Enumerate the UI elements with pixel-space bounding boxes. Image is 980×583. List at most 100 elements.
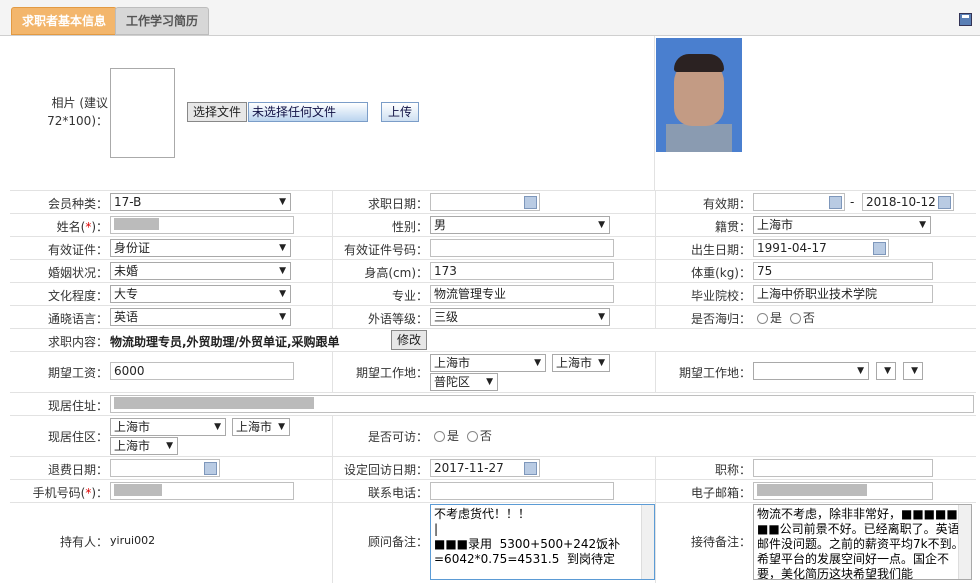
height-label: 身高(cm)： — [364, 266, 428, 280]
email-input[interactable] — [753, 482, 933, 500]
education-select[interactable]: 大专 ▼ — [110, 285, 291, 303]
row-notes: 持有人： yirui002 顾问备注： 不考虑货代！！！ | ■■■录用 530… — [10, 503, 976, 583]
advisor-label: 顾问备注： — [367, 535, 428, 549]
major-label: 专业： — [391, 289, 428, 303]
member-type-label: 会员种类： — [47, 197, 108, 211]
exp-loc2-city-select[interactable]: ▼ — [876, 362, 896, 380]
refund-date-input[interactable] — [110, 459, 220, 477]
origin-label: 籍贯： — [714, 220, 751, 234]
id-no-label: 有效证件号码： — [343, 243, 428, 257]
language-select[interactable]: 英语 ▼ — [110, 308, 291, 326]
refund-label: 退费日期： — [47, 463, 108, 477]
tab-work-study-resume[interactable]: 工作学习简历 — [115, 7, 210, 35]
district-area-select[interactable]: 上海市 ▼ — [110, 437, 178, 455]
major-input[interactable]: 物流管理专业 — [430, 285, 614, 303]
reception-label: 接待备注： — [690, 535, 751, 549]
school-label: 毕业院校： — [690, 289, 751, 303]
apply-date-input[interactable] — [430, 193, 540, 211]
valid-separator: - — [850, 195, 855, 209]
weight-label: 体重(kg)： — [691, 266, 751, 280]
tab-basic-info[interactable]: 求职者基本信息 — [11, 7, 118, 35]
address-label: 现居住址： — [47, 399, 108, 413]
upload-button[interactable]: 上传 — [381, 102, 420, 122]
overseas-yes-radio[interactable] — [757, 313, 768, 324]
callback-no-radio[interactable] — [466, 431, 478, 442]
school-input[interactable]: 上海中侨职业技术学院 — [753, 285, 933, 303]
photo-placeholder — [110, 68, 175, 158]
exp-loc-city-select[interactable]: 上海市 ▼ — [552, 354, 610, 372]
valid-label: 有效期： — [702, 197, 751, 211]
callback-radio-group: 是 否 — [430, 427, 492, 444]
title-input[interactable] — [753, 459, 933, 477]
job-content-label: 求职内容： — [47, 335, 108, 349]
row-salary: 期望工资： 6000 期望工作地： 上海市 ▼ 上海市 ▼ 普陀区 ▼ 期望工作地： … — [10, 352, 976, 393]
exp-loc-province-select[interactable]: 上海市 ▼ — [430, 354, 546, 372]
overseas-no-radio[interactable] — [789, 313, 801, 324]
phone-label: 手机号码(*)： — [32, 486, 108, 500]
row-refund: 退费日期： 设定回访日期： 2017-11-27 职称： — [10, 457, 976, 480]
name-input[interactable] — [110, 216, 294, 234]
apply-date-label: 求职日期： — [367, 197, 428, 211]
row-id: 有效证件： 身份证 ▼ 有效证件号码： 出生日期： 1991-04-17 — [10, 237, 976, 260]
weight-input[interactable]: 75 — [753, 262, 933, 280]
id-type-select[interactable]: 身份证 ▼ — [110, 239, 291, 257]
calendar-icon — [524, 462, 537, 475]
applicant-photo — [656, 38, 742, 152]
district-province-select[interactable]: 上海市 ▼ — [110, 418, 226, 436]
tel-label: 联系电话： — [367, 486, 428, 500]
name-label: 姓名(*)： — [56, 220, 108, 234]
valid-from-input[interactable] — [753, 193, 845, 211]
valid-to-input[interactable]: 2018-10-12 — [862, 193, 954, 211]
id-type-label: 有效证件： — [47, 243, 108, 257]
calendar-icon — [938, 196, 951, 209]
exp-loc2-district-select[interactable]: ▼ — [903, 362, 923, 380]
education-label: 文化程度： — [47, 289, 108, 303]
row-member-type: 会员种类： 17-B ▼ 求职日期： 有效期： - 2018-10-12 — [10, 191, 976, 214]
callback-label: 是否可访： — [367, 430, 428, 444]
calendar-icon — [829, 196, 842, 209]
row-education: 文化程度： 大专 ▼ 专业： 物流管理专业 毕业院校： 上海中侨职业技术学院 — [10, 283, 976, 306]
gender-label: 性别： — [391, 220, 428, 234]
calendar-icon — [524, 196, 537, 209]
calendar-icon — [204, 462, 217, 475]
advisor-note-textarea[interactable]: 不考虑货代！！！ | ■■■录用 5300+500+242饭补 =6042*0.… — [430, 504, 655, 580]
marital-select[interactable]: 未婚 ▼ — [110, 262, 291, 280]
phone-input[interactable] — [110, 482, 294, 500]
origin-select[interactable]: 上海市 ▼ — [753, 216, 931, 234]
callback-yes-radio[interactable] — [434, 431, 445, 442]
holder-label: 持有人： — [59, 535, 108, 549]
email-label: 电子邮箱： — [690, 486, 751, 500]
job-content-text: 物流助理专员,外贸助理/外贸单证,采购跟单 — [110, 335, 340, 349]
exp-loc-district-select[interactable]: 普陀区 ▼ — [430, 373, 498, 391]
lang-level-select[interactable]: 三级 ▼ — [430, 308, 610, 326]
address-input[interactable] — [110, 395, 974, 413]
member-type-select[interactable]: 17-B ▼ — [110, 193, 291, 211]
reception-note-textarea[interactable]: 物流不考虑，除非非常好，■■■■■ ■■公司前景不好。已经离职了。英语邮件没问题… — [753, 504, 972, 580]
birth-input[interactable]: 1991-04-17 — [753, 239, 889, 257]
choose-file-button[interactable]: 选择文件 — [187, 102, 248, 122]
revisit-label: 设定回访日期： — [343, 463, 428, 477]
salary-input[interactable]: 6000 — [110, 362, 294, 380]
overseas-label: 是否海归： — [690, 312, 751, 326]
overseas-radio-group: 是 否 — [753, 309, 815, 326]
exp-loc-label: 期望工作地： — [355, 366, 428, 380]
row-job-content: 求职内容： 物流助理专员,外贸助理/外贸单证,采购跟单 修改 — [10, 329, 976, 352]
marital-label: 婚姻状况： — [47, 266, 108, 280]
exp-loc2-province-select[interactable]: ▼ — [753, 362, 869, 380]
district-city-select[interactable]: 上海市 ▼ — [232, 418, 290, 436]
tel-input[interactable] — [430, 482, 614, 500]
birth-label: 出生日期： — [690, 243, 751, 257]
save-icon[interactable] — [959, 13, 972, 26]
title-label: 职称： — [714, 463, 751, 477]
id-no-input[interactable] — [430, 239, 614, 257]
row-phone: 手机号码(*)： 联系电话： 电子邮箱： — [10, 480, 976, 503]
revisit-date-input[interactable]: 2017-11-27 — [430, 459, 540, 477]
exp-loc2-label: 期望工作地： — [678, 366, 751, 380]
holder-value: yirui002 — [110, 534, 156, 547]
row-name: 姓名(*)： 性别： 男 ▼ 籍贯： 上海市 ▼ — [10, 214, 976, 237]
salary-label: 期望工资： — [47, 366, 108, 380]
modify-button[interactable]: 修改 — [391, 330, 428, 350]
height-input[interactable]: 173 — [430, 262, 614, 280]
gender-select[interactable]: 男 ▼ — [430, 216, 610, 234]
language-label: 通晓语言： — [47, 312, 108, 326]
